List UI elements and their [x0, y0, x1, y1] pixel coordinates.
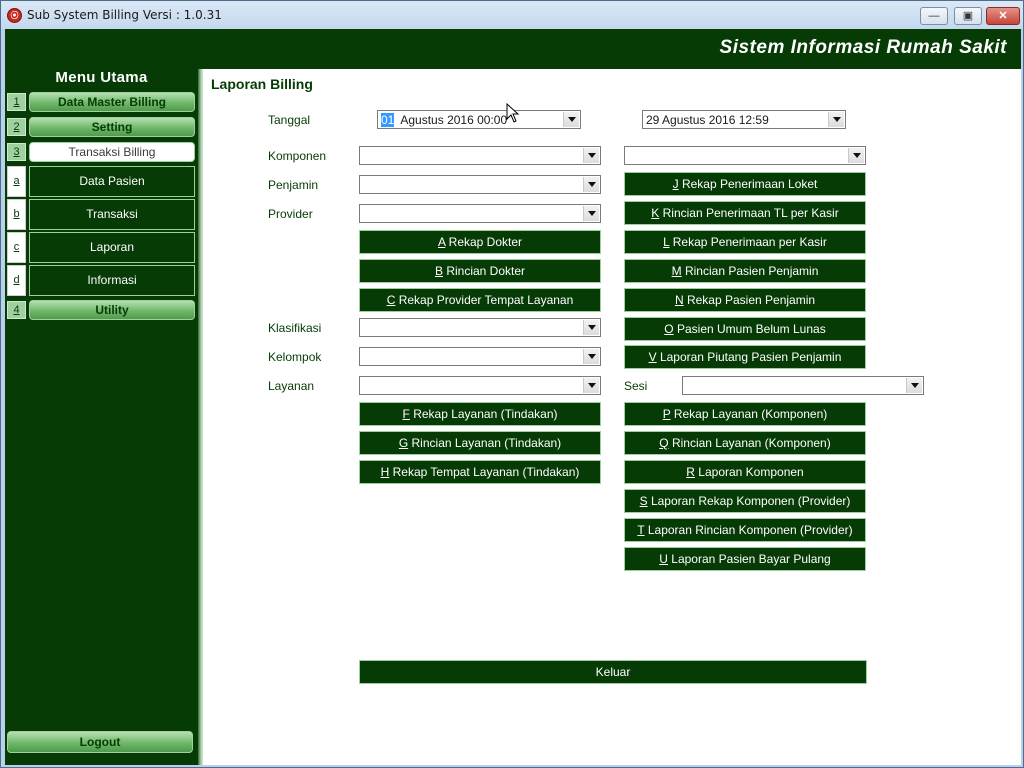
page-title: Laporan Billing — [211, 76, 313, 92]
rekap-pasien-penjamin-button[interactable]: N Rekap Pasien Penjamin — [624, 288, 866, 312]
rekap-provider-tempat-layanan-button[interactable]: C Rekap Provider Tempat Layanan — [359, 288, 601, 312]
rincian-dokter-button[interactable]: B Rincian Dokter — [359, 259, 601, 283]
close-icon[interactable]: ✕ — [986, 7, 1020, 25]
kelompok-select[interactable] — [359, 347, 601, 366]
logout-button[interactable]: Logout — [7, 731, 193, 753]
rincian-penerimaan-tl-button[interactable]: K Rincian Penerimaan TL per Kasir — [624, 201, 866, 225]
provider-label: Provider — [268, 207, 313, 221]
komponen-select[interactable] — [359, 146, 601, 165]
rekap-tempat-layanan-tindakan-button[interactable]: H Rekap Tempat Layanan (Tindakan) — [359, 460, 601, 484]
chevron-down-icon[interactable] — [563, 112, 579, 127]
rekap-penerimaan-kasir-button[interactable]: L Rekap Penerimaan per Kasir — [624, 230, 866, 254]
rincian-pasien-penjamin-button[interactable]: M Rincian Pasien Penjamin — [624, 259, 866, 283]
rincian-layanan-tindakan-button[interactable]: G Rincian Layanan (Tindakan) — [359, 431, 601, 455]
maximize-icon[interactable]: ▣ — [954, 7, 982, 25]
minimize-icon[interactable]: — — [920, 7, 948, 25]
rekap-layanan-tindakan-button[interactable]: F Rekap Layanan (Tindakan) — [359, 402, 601, 426]
chevron-down-icon[interactable] — [583, 378, 599, 393]
client-area: Sistem Informasi Rumah Sakit Menu Utama … — [5, 29, 1021, 765]
submenu-letter-d[interactable]: d — [7, 265, 26, 296]
chevron-down-icon[interactable] — [848, 148, 864, 163]
submenu-transaksi[interactable]: Transaksi — [29, 199, 195, 230]
laporan-rekap-komponen-provider-button[interactable]: S Laporan Rekap Komponen (Provider) — [624, 489, 866, 513]
date-to-picker[interactable]: 29 Agustus 2016 12:59 — [642, 110, 846, 129]
menu-number-4[interactable]: 4 — [7, 301, 26, 319]
rekap-penerimaan-loket-button[interactable]: J Rekap Penerimaan Loket — [624, 172, 866, 196]
chevron-down-icon[interactable] — [583, 206, 599, 221]
penjamin-select[interactable] — [359, 175, 601, 194]
kelompok-label: Kelompok — [268, 350, 322, 364]
rekap-layanan-komponen-button[interactable]: P Rekap Layanan (Komponen) — [624, 402, 866, 426]
menu-number-3[interactable]: 3 — [7, 143, 26, 161]
submenu-laporan[interactable]: Laporan — [29, 232, 195, 263]
submenu-letter-b[interactable]: b — [7, 199, 26, 230]
submenu-data-pasien[interactable]: Data Pasien — [29, 166, 195, 197]
tanggal-label: Tanggal — [268, 113, 311, 127]
submenu-informasi[interactable]: Informasi — [29, 265, 195, 296]
submenu-letter-a[interactable]: a — [7, 166, 26, 197]
menu-number-2[interactable]: 2 — [7, 118, 26, 136]
chevron-down-icon[interactable] — [583, 349, 599, 364]
app-window: ⦿ Sub System Billing Versi : 1.0.31 — ▣ … — [0, 0, 1024, 768]
chevron-down-icon[interactable] — [828, 112, 844, 127]
submenu-letter-c[interactable]: c — [7, 232, 26, 263]
klasifikasi-label: Klasifikasi — [268, 321, 322, 335]
chevron-down-icon[interactable] — [583, 177, 599, 192]
rekap-dokter-button[interactable]: A Rekap Dokter — [359, 230, 601, 254]
komponen-label: Komponen — [268, 149, 327, 163]
chevron-down-icon[interactable] — [583, 320, 599, 335]
menu-transaksi-billing[interactable]: Transaksi Billing — [29, 142, 195, 162]
menu-data-master-billing[interactable]: Data Master Billing — [29, 92, 195, 112]
menu-setting[interactable]: Setting — [29, 117, 195, 137]
pasien-umum-belum-lunas-button[interactable]: O Pasien Umum Belum Lunas — [624, 317, 866, 341]
rincian-layanan-komponen-button[interactable]: Q Rincian Layanan (Komponen) — [624, 431, 866, 455]
laporan-rincian-komponen-provider-button[interactable]: T Laporan Rincian Komponen (Provider) — [624, 518, 866, 542]
title-bar: ⦿ Sub System Billing Versi : 1.0.31 — ▣ … — [1, 1, 1023, 29]
app-icon: ⦿ — [7, 8, 22, 23]
header-band: Sistem Informasi Rumah Sakit — [5, 29, 1021, 69]
menu-title: Menu Utama — [55, 69, 148, 86]
komponen-right-select[interactable] — [624, 146, 866, 165]
date-from-value: 01 Agustus 2016 00:00 — [381, 113, 508, 127]
chevron-down-icon[interactable] — [583, 148, 599, 163]
chevron-down-icon[interactable] — [906, 378, 922, 393]
date-from-picker[interactable]: 01 Agustus 2016 00:00 — [377, 110, 581, 129]
sesi-label: Sesi — [624, 379, 648, 393]
layanan-select[interactable] — [359, 376, 601, 395]
penjamin-label: Penjamin — [268, 178, 319, 192]
layanan-label: Layanan — [268, 379, 315, 393]
sesi-select[interactable] — [682, 376, 924, 395]
laporan-komponen-button[interactable]: R Laporan Komponen — [624, 460, 866, 484]
sidebar-divider — [198, 69, 203, 765]
provider-select[interactable] — [359, 204, 601, 223]
mouse-cursor-icon — [506, 103, 520, 123]
keluar-button[interactable]: Keluar — [359, 660, 867, 684]
laporan-pasien-bayar-pulang-button[interactable]: U Laporan Pasien Bayar Pulang — [624, 547, 866, 571]
klasifikasi-select[interactable] — [359, 318, 601, 337]
window-title: Sub System Billing Versi : 1.0.31 — [27, 8, 222, 22]
header-title: Sistem Informasi Rumah Sakit — [719, 37, 1007, 58]
menu-number-1[interactable]: 1 — [7, 93, 26, 111]
date-to-value: 29 Agustus 2016 12:59 — [646, 113, 769, 127]
laporan-piutang-pasien-penjamin-button[interactable]: V Laporan Piutang Pasien Penjamin — [624, 345, 866, 369]
menu-utility[interactable]: Utility — [29, 300, 195, 320]
